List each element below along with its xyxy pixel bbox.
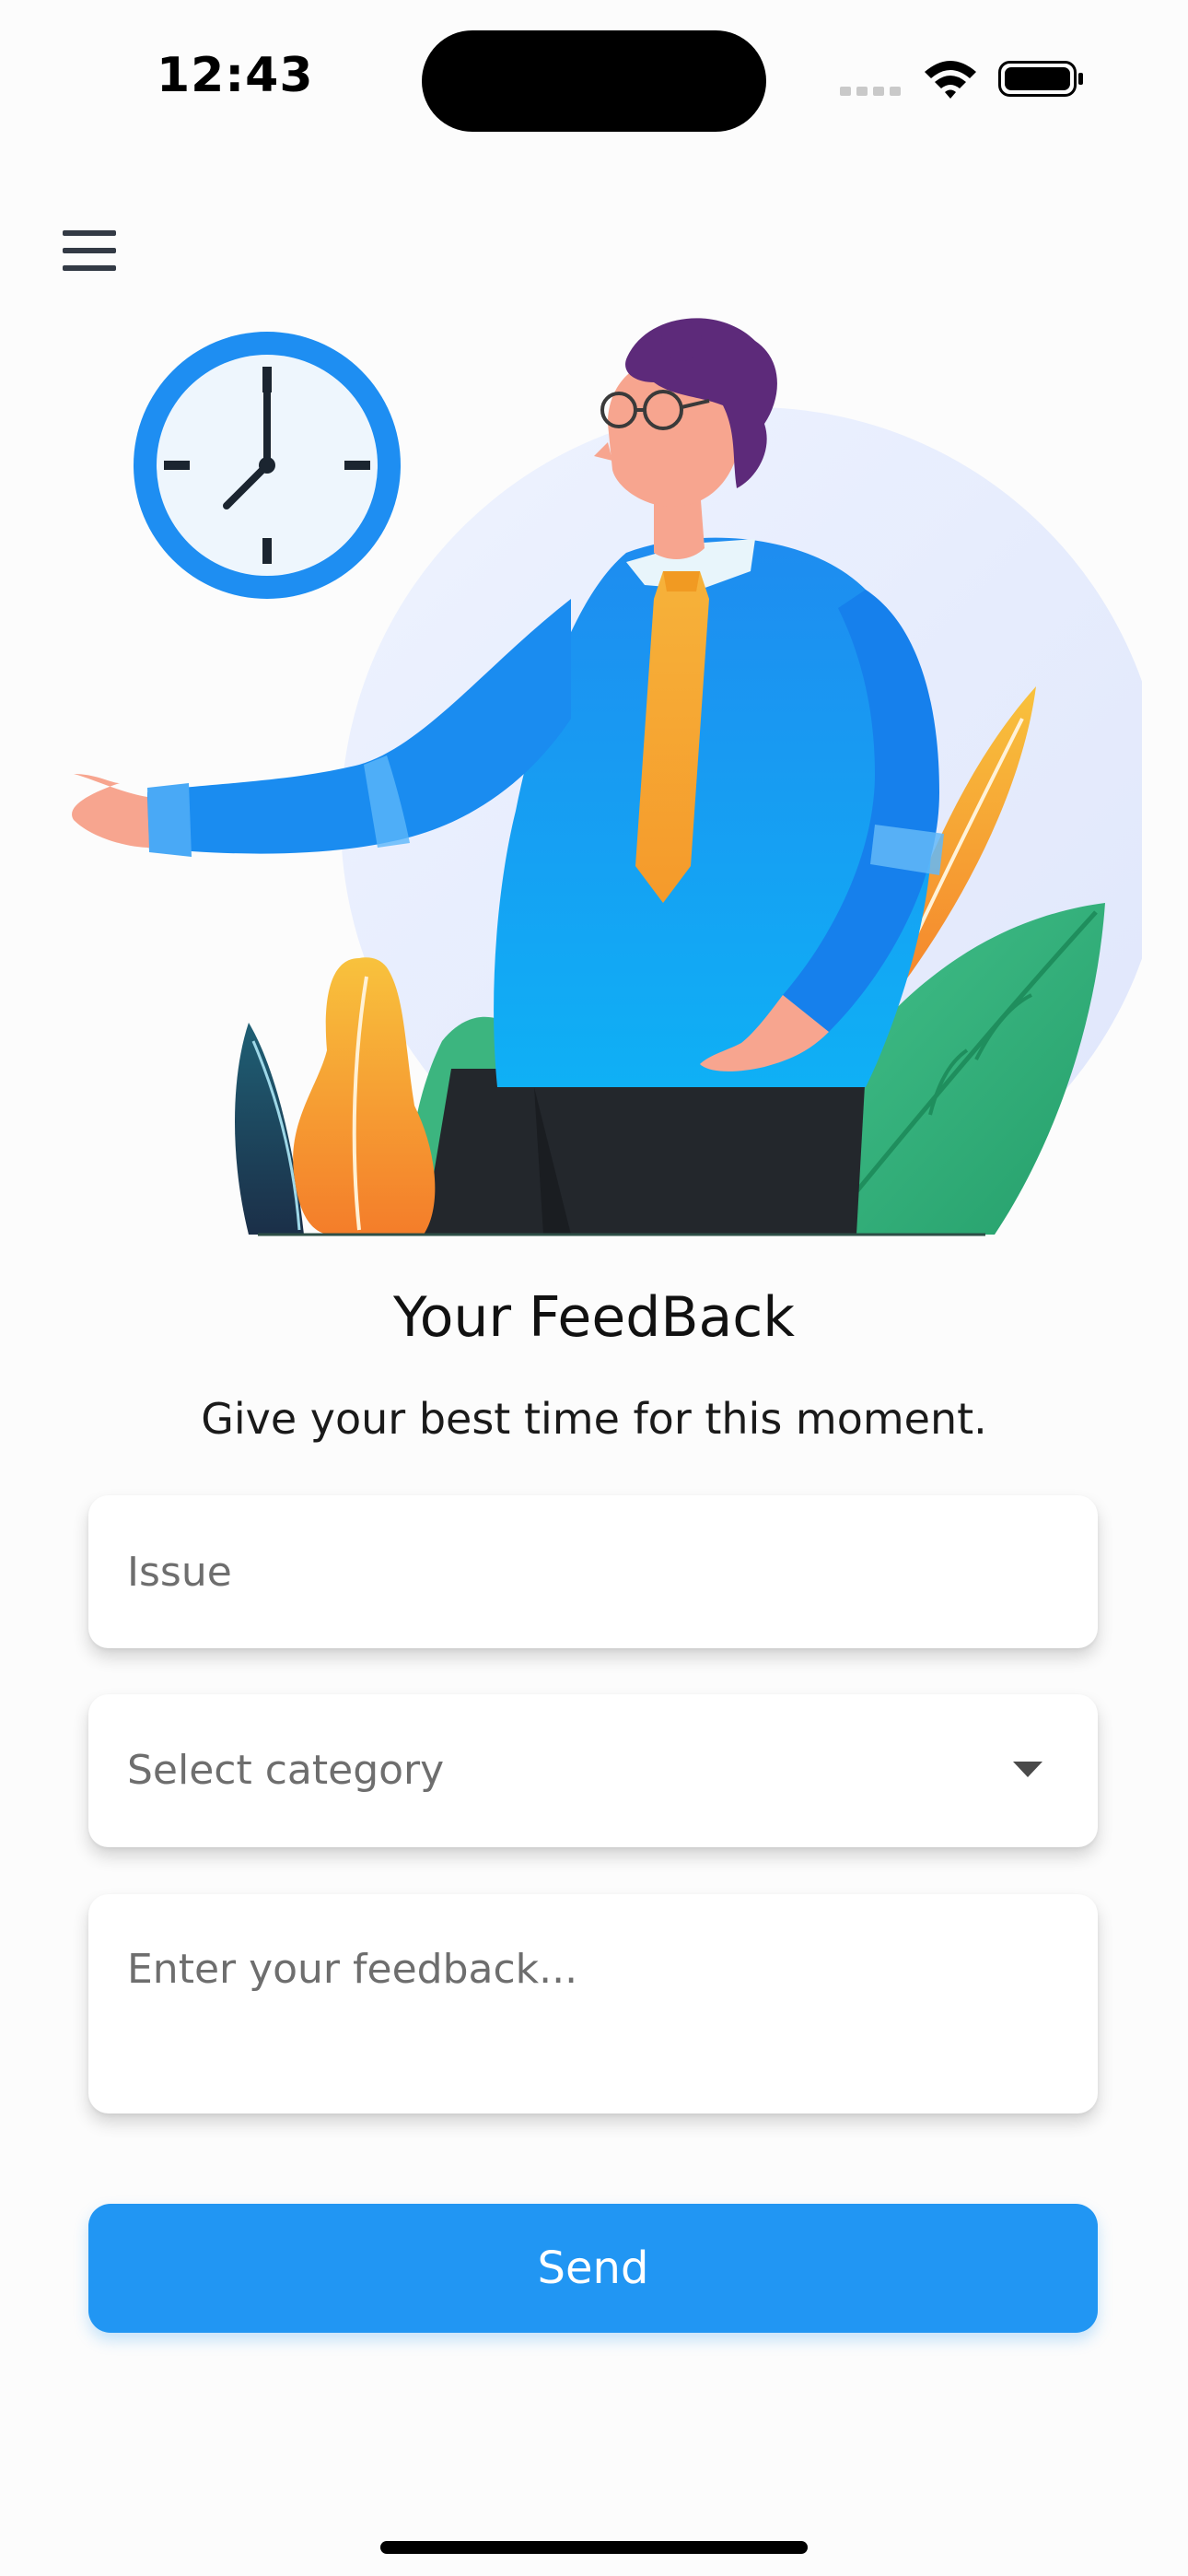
status-time: 12:43 (157, 48, 314, 103)
battery-icon (998, 61, 1083, 97)
wifi-icon (925, 61, 976, 99)
status-icons (840, 61, 1083, 99)
feedback-field[interactable] (88, 1894, 1098, 2113)
issue-field[interactable] (88, 1495, 1098, 1648)
feedback-screen: 12:43 Your FeedBack Give your best time … (0, 0, 1188, 2576)
send-button[interactable]: Send (88, 2204, 1098, 2333)
home-indicator[interactable] (380, 2541, 808, 2554)
hamburger-menu-icon[interactable] (57, 225, 122, 276)
dynamic-island (422, 30, 766, 132)
feedback-textarea[interactable] (127, 1942, 1059, 2080)
issue-input[interactable] (127, 1495, 1059, 1648)
dropdown-caret-icon (1013, 1762, 1042, 1777)
category-select[interactable]: Select category (88, 1694, 1098, 1847)
man-pants (424, 1069, 866, 1235)
feedback-illustration (72, 318, 1142, 1236)
page-title: Your FeedBack (393, 1285, 795, 1350)
page-subtitle: Give your best time for this moment. (201, 1394, 987, 1444)
clock-icon (134, 332, 401, 599)
menu-line (63, 265, 116, 271)
cellular-signal-icon (840, 87, 901, 96)
category-select-value: Select category (127, 1747, 445, 1794)
menu-line (63, 248, 116, 253)
menu-line (63, 230, 116, 236)
